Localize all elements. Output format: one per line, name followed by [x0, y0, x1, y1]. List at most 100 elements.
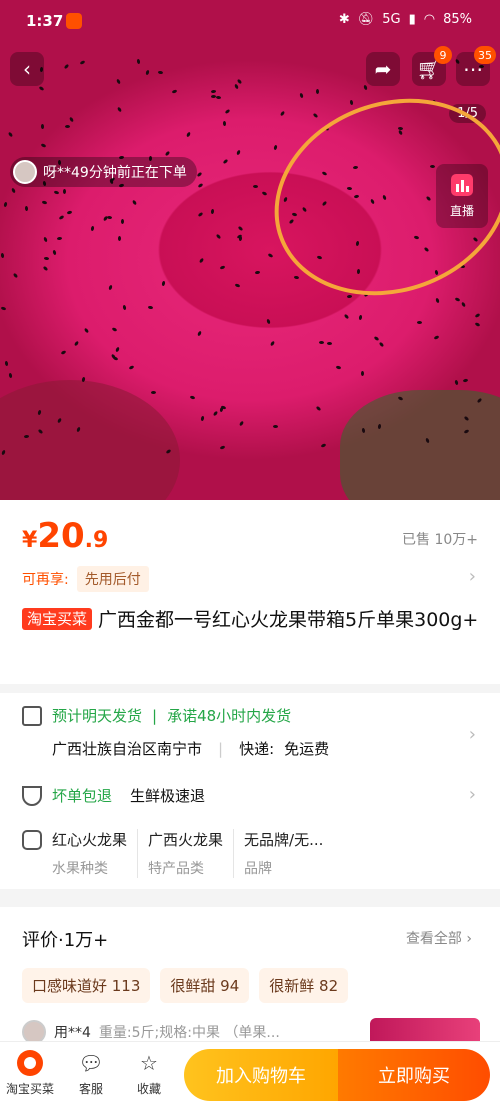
seed	[68, 116, 75, 123]
seed	[43, 256, 50, 261]
seed	[41, 200, 48, 205]
chevron-left-icon: ‹	[23, 57, 31, 81]
seed	[136, 58, 141, 65]
live-stream-button[interactable]: 直播	[436, 164, 488, 228]
review-tag[interactable]: 口感味道好 113	[22, 968, 151, 1003]
guarantee-row[interactable]: 坏单包退 生鲜极速退	[22, 785, 205, 806]
guarantee-label: 坏单包退	[52, 787, 113, 805]
property-item: 红心火龙果 水果种类	[22, 829, 137, 878]
status-indicators: ✱ 🔕︎ 5G ▮ ◠ 85%	[339, 12, 472, 27]
view-all-reviews-link[interactable]: 查看全部 ›	[406, 928, 472, 948]
seed	[212, 410, 219, 417]
chevron-right-icon[interactable]: ›	[469, 566, 476, 587]
seed	[171, 89, 178, 94]
cart-button[interactable]: 🛒︎ 9	[412, 46, 452, 86]
seed	[24, 205, 29, 212]
divider: |	[152, 706, 158, 725]
seed	[358, 314, 363, 321]
chevron-right-icon[interactable]: ›	[469, 784, 476, 805]
status-bar: 1:37 ✱ 🔕︎ 5G ▮ ◠ 85%	[0, 0, 500, 44]
express-label: 快递:	[239, 740, 275, 758]
share-button[interactable]: ➦	[366, 52, 400, 86]
ticker-text: 呀**49分钟前正在下单	[43, 165, 187, 181]
signal-icon: ▮	[408, 12, 416, 27]
favorite-button[interactable]: ☆ 收藏	[136, 1050, 162, 1097]
back-button[interactable]: ‹	[10, 52, 44, 86]
channel-tag: 淘宝买菜	[22, 608, 93, 630]
seed	[361, 427, 366, 434]
seed	[234, 283, 241, 288]
seed	[315, 88, 320, 95]
reviewer-name: 用**4	[54, 1025, 91, 1041]
property-value: 无品牌/无...	[244, 831, 324, 849]
buyer-ticker: 呀**49分钟前正在下单	[10, 157, 197, 187]
ship-promise: 承诺48小时内发货	[167, 707, 292, 725]
seed	[224, 108, 231, 115]
seed	[237, 225, 244, 232]
review-tag[interactable]: 很新鲜 82	[259, 968, 349, 1003]
seed	[279, 110, 286, 117]
customer-service-button[interactable]: 💬︎ 客服	[78, 1050, 104, 1097]
seed	[474, 322, 481, 327]
chevron-right-icon[interactable]: ›	[469, 724, 476, 745]
seed	[115, 346, 120, 353]
more-button[interactable]: ⋯ 35	[456, 46, 496, 86]
review-meta: 重量:5斤;规格:中果 （单果...	[98, 1025, 280, 1041]
seed	[326, 341, 333, 346]
seed	[238, 420, 245, 427]
origin: 广西壮族自治区南宁市	[52, 740, 203, 758]
seed	[460, 301, 467, 308]
price-decimal: .9	[84, 528, 109, 553]
seed	[40, 123, 45, 130]
seed	[378, 341, 385, 348]
divider: |	[218, 739, 224, 758]
shop-logo-icon	[17, 1050, 43, 1076]
seed	[215, 233, 222, 240]
add-to-cart-button[interactable]: 加入购物车	[184, 1049, 338, 1101]
seed	[164, 150, 171, 157]
shipping-row[interactable]: 预计明天发货 | 承诺48小时内发货	[22, 705, 291, 726]
seed	[58, 214, 65, 221]
seed	[361, 371, 364, 376]
property-item: 无品牌/无... 品牌	[233, 829, 333, 878]
seed	[90, 225, 95, 232]
express-value: 免运费	[284, 740, 330, 758]
seed	[222, 120, 227, 127]
seed	[12, 272, 19, 279]
seed	[116, 106, 123, 113]
seed	[293, 275, 300, 280]
payment-option-row[interactable]: 可再享: 先用后付	[22, 566, 149, 592]
product-title: 淘宝买菜 广西金都一号红心火龙果带箱5斤单果300g+	[22, 606, 482, 635]
title-text: 广西金都一号红心火龙果带箱5斤单果300g+	[98, 609, 479, 631]
seed	[236, 149, 241, 156]
buy-now-button[interactable]: 立即购买	[338, 1049, 490, 1101]
shop-button[interactable]: 淘宝买菜	[6, 1050, 54, 1097]
seed	[373, 335, 380, 342]
seed	[60, 350, 67, 355]
price: ¥20.9	[22, 516, 108, 556]
fav-label: 收藏	[136, 1082, 161, 1096]
seed	[266, 318, 271, 325]
seed	[454, 379, 459, 386]
seed	[219, 265, 226, 270]
battery-level: 85%	[443, 12, 472, 27]
seed	[343, 313, 350, 320]
seed	[197, 330, 202, 337]
seed	[38, 85, 45, 92]
seed	[0, 306, 7, 311]
enjoy-label: 可再享:	[22, 572, 69, 588]
property-list[interactable]: 红心火龙果 水果种类 广西火龙果 特产品类 无品牌/无... 品牌	[22, 829, 333, 878]
seed	[40, 143, 47, 148]
seed	[474, 312, 481, 319]
origin-row[interactable]: 广西壮族自治区南宁市 | 快递: 免运费	[52, 738, 329, 759]
seed	[52, 249, 57, 256]
seed	[346, 294, 353, 299]
review-tag[interactable]: 很鲜甜 94	[160, 968, 250, 1003]
seed	[197, 182, 204, 189]
fresh-refund-label: 生鲜极速退	[130, 787, 206, 805]
seed	[147, 305, 154, 310]
bluetooth-icon: ✱	[338, 12, 350, 27]
seed	[79, 59, 86, 66]
seed	[122, 304, 127, 311]
price-integer: 20	[37, 516, 85, 556]
